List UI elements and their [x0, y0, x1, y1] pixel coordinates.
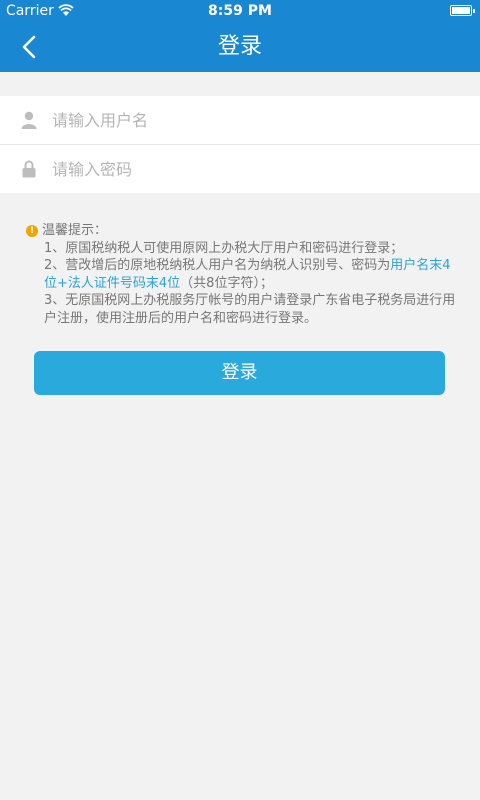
info-icon: !	[26, 224, 38, 237]
login-button[interactable]: 登录	[34, 351, 445, 395]
password-field	[0, 145, 480, 193]
status-time: 8:59 PM	[208, 3, 272, 19]
username-input[interactable]	[50, 109, 434, 131]
tip-line-2: 2、营改增后的原地税纳税人用户名为纳税人识别号、密码为用户名末4位+法人证件号码…	[26, 257, 456, 292]
tip-line-3: 3、无原国税网上办税服务厅帐号的用户请登录广东省电子税务局进行用户注册，使用注册…	[44, 293, 456, 326]
nav-bar: 登录	[0, 22, 480, 72]
username-field	[0, 96, 480, 144]
tips-panel: ! 温馨提示： 1、原国税纳税人可使用原网上办税大厅用户和密码进行登录； 2、营改…	[26, 222, 456, 327]
top-bar: Carrier 8:59 PM 登录	[0, 0, 480, 72]
user-icon	[18, 109, 40, 131]
tip-line-2-suffix: （共8位字符）；	[180, 275, 273, 291]
status-bar: Carrier 8:59 PM	[0, 0, 480, 22]
password-input[interactable]	[50, 158, 434, 180]
tips-heading: 温馨提示：	[42, 223, 108, 238]
lock-icon	[18, 158, 40, 180]
tip-line-1: 1、原国税纳税人可使用原网上办税大厅用户和密码进行登录；	[44, 240, 404, 256]
tip-line-2-text: 2、营改增后的原地税纳税人用户名为纳税人识别号、密码为	[44, 258, 391, 273]
page-title: 登录	[217, 34, 262, 59]
battery-icon	[450, 5, 475, 16]
